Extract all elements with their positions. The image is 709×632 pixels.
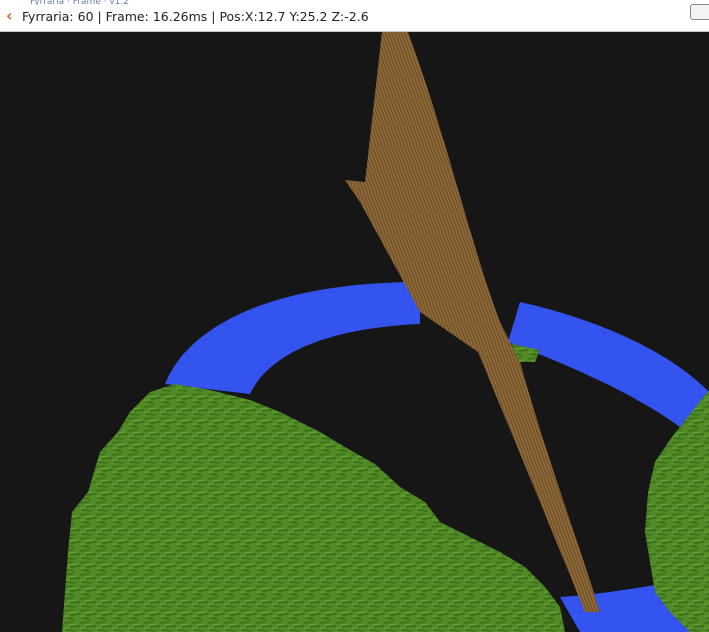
tab-strip: Fyrraria · Frame · v1.2 (30, 0, 129, 5)
window-restore-icon[interactable] (690, 4, 709, 20)
window-title: Fyrraria: 60 | Frame: 16.26ms | Pos:X:12… (22, 9, 369, 24)
game-viewport[interactable] (0, 32, 709, 632)
window-title-bar: Fyrraria · Frame · v1.2 ‹ Fyrraria: 60 |… (0, 0, 709, 32)
chevron-left-icon[interactable]: ‹ (6, 7, 18, 25)
